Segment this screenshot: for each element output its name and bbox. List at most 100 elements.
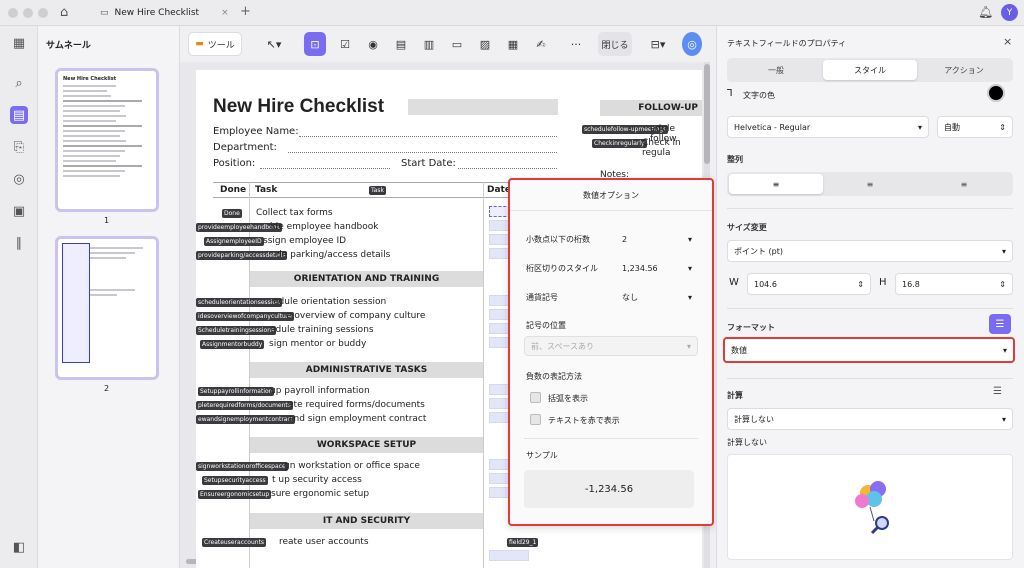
calculation-value: 計算しない bbox=[734, 414, 774, 424]
currency-select[interactable]: なし ▾ bbox=[618, 288, 696, 306]
task-text: up payroll information bbox=[270, 386, 370, 396]
align-right-icon[interactable]: ≡ bbox=[917, 174, 1011, 194]
field-tag: idesoverviewofcompanyculture bbox=[196, 312, 294, 321]
form-icon[interactable]: ▣ bbox=[10, 202, 28, 220]
tab-actions[interactable]: アクション bbox=[917, 60, 1011, 80]
followup-header: FOLLOW-UP bbox=[600, 100, 702, 116]
text-color-icon: Ꞁ bbox=[727, 88, 733, 99]
format-label: フォーマット bbox=[727, 323, 775, 332]
field-tag: AssignemployeeID bbox=[204, 237, 264, 246]
page-thumbnail-2[interactable] bbox=[55, 236, 159, 380]
checkbox-tool-icon[interactable]: ☑ bbox=[334, 32, 356, 56]
width-stepper[interactable]: 104.6 ⇕ bbox=[747, 273, 871, 295]
properties-title: テキストフィールドのプロパティ bbox=[727, 39, 847, 48]
layers-icon[interactable]: ◧ bbox=[10, 538, 28, 556]
new-tab-button[interactable]: + bbox=[240, 4, 251, 19]
text-field-tool-icon[interactable]: ⊡ bbox=[304, 32, 326, 56]
signature-tool-icon[interactable]: ✍ bbox=[530, 32, 552, 56]
unit-select[interactable]: ポイント (pt) ▾ bbox=[727, 240, 1013, 262]
ai-assistant-icon[interactable]: ◎ bbox=[682, 32, 702, 56]
chevron-down-icon: ▾ bbox=[1001, 246, 1006, 256]
page-thumbnail-1[interactable]: New Hire Checklist bbox=[55, 68, 159, 212]
task-header: Task bbox=[255, 185, 278, 195]
combo-box-tool-icon[interactable]: ▤ bbox=[390, 32, 412, 56]
date-tool-icon[interactable]: ▦ bbox=[502, 32, 524, 56]
document-tab[interactable]: ▭ New Hire Checklist × bbox=[100, 3, 250, 23]
more-icon[interactable]: ··· bbox=[566, 32, 586, 56]
separator-select[interactable]: 1,234.56 ▾ bbox=[618, 259, 696, 277]
calculation-settings-icon[interactable]: ☰ bbox=[993, 386, 1002, 397]
task-tag: Task bbox=[369, 186, 386, 195]
department-label: Department: bbox=[213, 142, 277, 153]
task-text: ete required forms/documents bbox=[288, 400, 425, 410]
font-size-select[interactable]: 自動 ⇕ bbox=[937, 116, 1013, 138]
calculation-text: 計算しない bbox=[727, 438, 767, 447]
resize-label: サイズ変更 bbox=[727, 223, 767, 232]
height-value: 16.8 bbox=[902, 279, 920, 289]
field-tag: provideparking/accessdetails bbox=[196, 251, 288, 260]
currency-value: なし bbox=[622, 292, 638, 302]
field-tag: Createuseraccounts bbox=[202, 538, 267, 547]
align-center-icon[interactable]: ≡ bbox=[823, 174, 917, 194]
parentheses-checkbox[interactable] bbox=[530, 392, 541, 403]
bookmark-icon[interactable]: ⎘ bbox=[10, 138, 28, 156]
select-tool-icon[interactable]: ↖▾ bbox=[260, 32, 288, 56]
decimals-select[interactable]: 2 ▾ bbox=[618, 230, 696, 248]
avatar[interactable]: Y bbox=[1001, 4, 1018, 21]
title-bar-shade bbox=[408, 99, 558, 115]
bell-icon[interactable]: 🔔︎ bbox=[978, 5, 993, 19]
department-line bbox=[288, 152, 557, 153]
align-left-icon[interactable]: ≡ bbox=[729, 174, 823, 194]
width-value: 104.6 bbox=[754, 279, 777, 289]
field-tag: pleterequiredforms/documents bbox=[196, 401, 293, 410]
font-select[interactable]: Helvetica - Regular ▾ bbox=[727, 116, 929, 138]
red-text-checkbox[interactable] bbox=[530, 414, 541, 425]
field-tag: signworkstationorofficespace bbox=[196, 462, 288, 471]
tab-general[interactable]: 一般 bbox=[729, 60, 823, 80]
radio-tool-icon[interactable]: ◉ bbox=[362, 32, 384, 56]
property-tabs: 一般 スタイル アクション bbox=[727, 58, 1013, 82]
task-text: edule training sessions bbox=[270, 325, 374, 335]
field-tag: Ensureergonomicsetup bbox=[198, 490, 272, 499]
date-field[interactable] bbox=[489, 550, 529, 561]
divider bbox=[510, 210, 712, 211]
tab-close-icon[interactable]: × bbox=[221, 8, 229, 18]
employee-name-line bbox=[299, 136, 557, 137]
task-text: sure ergonomic setup bbox=[271, 489, 370, 499]
tab-style[interactable]: スタイル bbox=[823, 60, 917, 80]
list-box-tool-icon[interactable]: ▥ bbox=[418, 32, 440, 56]
properties-panel: テキストフィールドのプロパティ × 一般 スタイル アクション Ꞁ 文字の色 H… bbox=[716, 26, 1024, 568]
text-color-swatch[interactable] bbox=[987, 84, 1005, 102]
height-stepper[interactable]: 16.8 ⇕ bbox=[895, 273, 1013, 295]
stepper-icon: ⇕ bbox=[999, 122, 1006, 132]
document-title: New Hire Checklist bbox=[213, 96, 385, 117]
button-tool-icon[interactable]: ▭ bbox=[446, 32, 468, 56]
task-text: edule orientation session bbox=[273, 297, 387, 307]
format-select[interactable]: 数値 ▾ bbox=[723, 337, 1015, 363]
close-icon[interactable]: × bbox=[1003, 35, 1012, 48]
tools-button[interactable]: ▬ ツール bbox=[188, 32, 242, 56]
home-icon[interactable]: ⌂ bbox=[60, 5, 68, 20]
save-icon[interactable]: ⊟▾ bbox=[644, 32, 672, 56]
start-date-label: Start Date: bbox=[401, 158, 456, 169]
divider bbox=[727, 308, 1013, 309]
image-tool-icon[interactable]: ▨ bbox=[474, 32, 496, 56]
format-settings-icon[interactable]: ☰ bbox=[989, 314, 1011, 334]
align-segmented: ≡ ≡ ≡ bbox=[727, 172, 1013, 196]
align-label: 整列 bbox=[727, 155, 743, 164]
comment-icon[interactable]: ◎ bbox=[10, 170, 28, 188]
attachment-icon[interactable]: ∥ bbox=[10, 234, 28, 252]
task-text: ide employee handbook bbox=[270, 222, 379, 232]
symbol-position-select[interactable]: 前、スペースあり ▾ bbox=[524, 336, 698, 356]
close-form-button[interactable]: 閉じる bbox=[598, 32, 632, 56]
window-minimize-dot[interactable] bbox=[23, 8, 33, 18]
symbol-position-value: 前、スペースあり bbox=[531, 341, 595, 351]
search-icon[interactable]: ⌕ bbox=[10, 74, 28, 92]
calculation-select[interactable]: 計算しない ▾ bbox=[727, 408, 1013, 430]
window-close-dot[interactable] bbox=[8, 8, 18, 18]
currency-label: 通貨記号 bbox=[526, 293, 558, 302]
grid-icon[interactable]: ▦ bbox=[10, 34, 28, 52]
divider bbox=[524, 438, 698, 439]
thumbnail-panel-icon[interactable]: ▤ bbox=[10, 106, 28, 124]
window-zoom-dot[interactable] bbox=[38, 8, 48, 18]
